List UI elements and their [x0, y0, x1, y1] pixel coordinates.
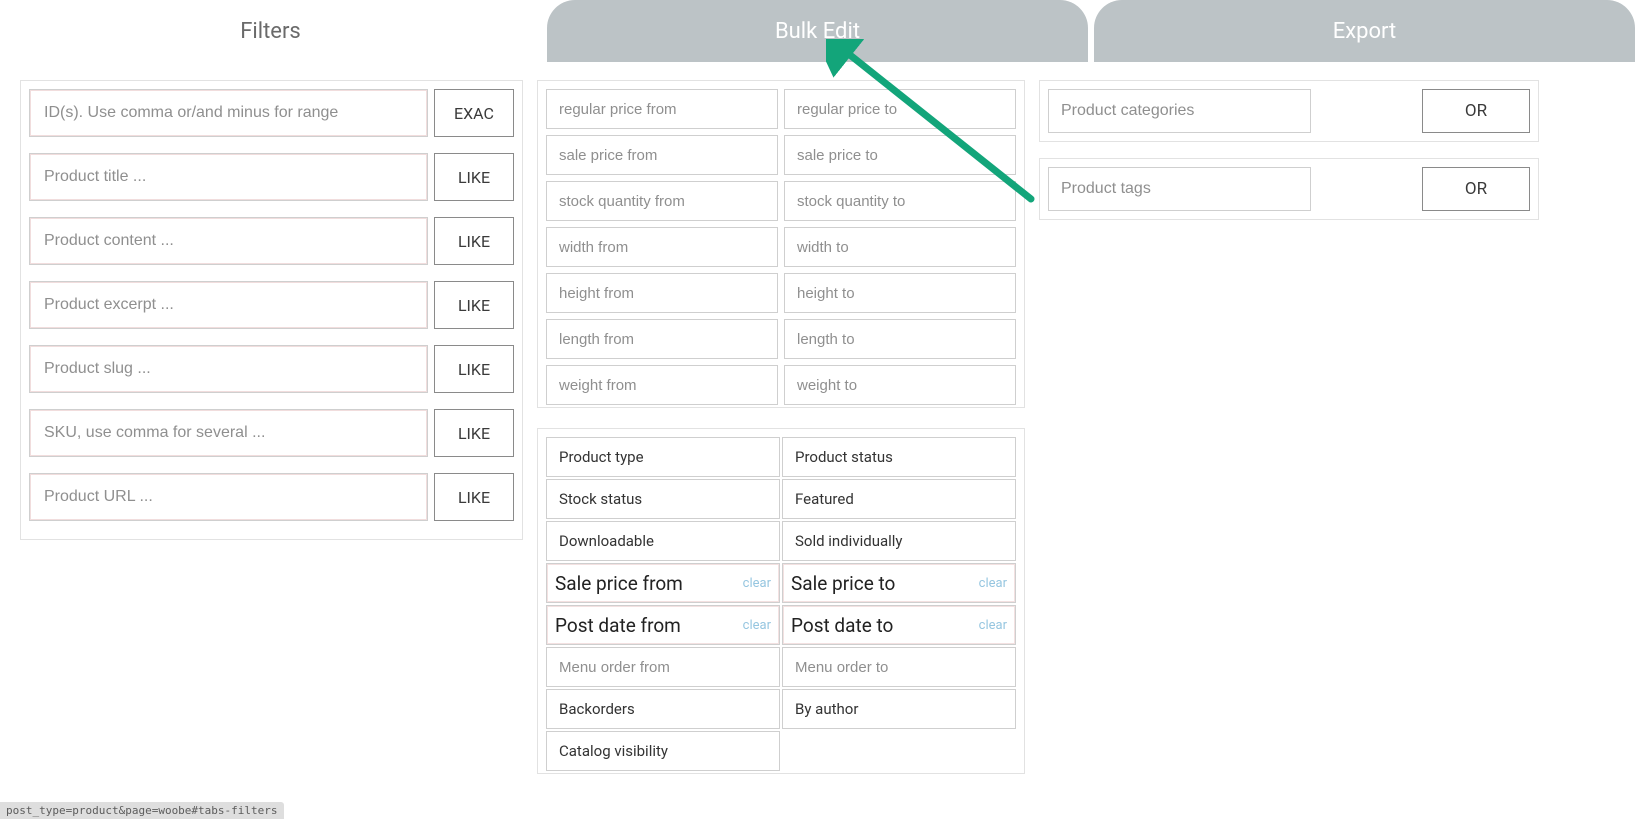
weight-from-input[interactable] [546, 365, 778, 405]
title-mode-select[interactable]: LIKE [434, 153, 514, 201]
post-date-to[interactable]: Post date to clear [782, 605, 1016, 645]
filters-content: EXAC LIKE LIKE LIKE LIKE LIKE [0, 62, 1635, 794]
slug-mode-select[interactable]: LIKE [434, 345, 514, 393]
tab-label: Filters [240, 19, 301, 44]
height-to-input[interactable] [784, 273, 1016, 313]
spacer [1319, 167, 1414, 211]
filter-row-title: LIKE [29, 153, 514, 201]
tab-label: Bulk Edit [775, 19, 860, 44]
stock-qty-to-input[interactable] [784, 181, 1016, 221]
product-tags-row: OR [1039, 158, 1539, 220]
sale-price-from-input[interactable] [546, 135, 778, 175]
content-input[interactable] [29, 217, 428, 265]
clear-link[interactable]: clear [979, 618, 1007, 633]
tab-label: Export [1333, 19, 1397, 44]
tabs-bar: Filters Bulk Edit Export [0, 0, 1635, 62]
url-mode-select[interactable]: LIKE [434, 473, 514, 521]
product-status-select[interactable]: Product status [782, 437, 1016, 477]
date-label: Post date to [791, 614, 893, 637]
spacer [1319, 89, 1414, 133]
ids-input[interactable] [29, 89, 428, 137]
menu-order-to-input[interactable] [782, 647, 1016, 687]
backorders-select[interactable]: Backorders [546, 689, 780, 729]
categories-operator-select[interactable]: OR [1422, 89, 1530, 133]
weight-to-input[interactable] [784, 365, 1016, 405]
tab-export[interactable]: Export [1094, 0, 1635, 62]
sale-price-date-to[interactable]: Sale price to clear [782, 563, 1016, 603]
length-to-input[interactable] [784, 319, 1016, 359]
sale-price-to-input[interactable] [784, 135, 1016, 175]
downloadable-select[interactable]: Downloadable [546, 521, 780, 561]
slug-input[interactable] [29, 345, 428, 393]
width-from-input[interactable] [546, 227, 778, 267]
tab-bulk-edit[interactable]: Bulk Edit [547, 0, 1088, 62]
taxonomy-filters-column: OR OR [1039, 80, 1539, 794]
text-filters-panel: EXAC LIKE LIKE LIKE LIKE LIKE [20, 80, 523, 540]
filter-row-slug: LIKE [29, 345, 514, 393]
stock-qty-from-input[interactable] [546, 181, 778, 221]
content-mode-select[interactable]: LIKE [434, 217, 514, 265]
numeric-ranges-panel [537, 80, 1025, 408]
product-tags-input[interactable] [1048, 167, 1311, 211]
range-filters-column: Product type Product status Stock status… [537, 80, 1025, 794]
filter-row-content: LIKE [29, 217, 514, 265]
product-categories-input[interactable] [1048, 89, 1311, 133]
sale-price-date-from[interactable]: Sale price from clear [546, 563, 780, 603]
product-type-select[interactable]: Product type [546, 437, 780, 477]
ids-mode-select[interactable]: EXAC [434, 89, 514, 137]
attribute-filters-panel: Product type Product status Stock status… [537, 428, 1025, 774]
excerpt-input[interactable] [29, 281, 428, 329]
url-input[interactable] [29, 473, 428, 521]
excerpt-mode-select[interactable]: LIKE [434, 281, 514, 329]
filter-row-sku: LIKE [29, 409, 514, 457]
clear-link[interactable]: clear [743, 576, 771, 591]
sold-individually-select[interactable]: Sold individually [782, 521, 1016, 561]
length-from-input[interactable] [546, 319, 778, 359]
width-to-input[interactable] [784, 227, 1016, 267]
filter-row-url: LIKE [29, 473, 514, 521]
date-label: Post date from [555, 614, 681, 637]
filter-row-excerpt: LIKE [29, 281, 514, 329]
regular-price-from-input[interactable] [546, 89, 778, 129]
date-label: Sale price to [791, 572, 895, 595]
text-filters-column: EXAC LIKE LIKE LIKE LIKE LIKE [20, 80, 523, 794]
regular-price-to-input[interactable] [784, 89, 1016, 129]
height-from-input[interactable] [546, 273, 778, 313]
product-categories-row: OR [1039, 80, 1539, 142]
title-input[interactable] [29, 153, 428, 201]
tab-filters[interactable]: Filters [0, 0, 541, 62]
clear-link[interactable]: clear [743, 618, 771, 633]
post-date-from[interactable]: Post date from clear [546, 605, 780, 645]
stock-status-select[interactable]: Stock status [546, 479, 780, 519]
filter-row-ids: EXAC [29, 89, 514, 137]
sku-mode-select[interactable]: LIKE [434, 409, 514, 457]
status-bar-fragment: post_type=product&page=woobe#tabs-filter… [0, 802, 284, 819]
menu-order-from-input[interactable] [546, 647, 780, 687]
sku-input[interactable] [29, 409, 428, 457]
tags-operator-select[interactable]: OR [1422, 167, 1530, 211]
catalog-visibility-select[interactable]: Catalog visibility [546, 731, 780, 771]
date-label: Sale price from [555, 572, 683, 595]
by-author-select[interactable]: By author [782, 689, 1016, 729]
featured-select[interactable]: Featured [782, 479, 1016, 519]
clear-link[interactable]: clear [979, 576, 1007, 591]
